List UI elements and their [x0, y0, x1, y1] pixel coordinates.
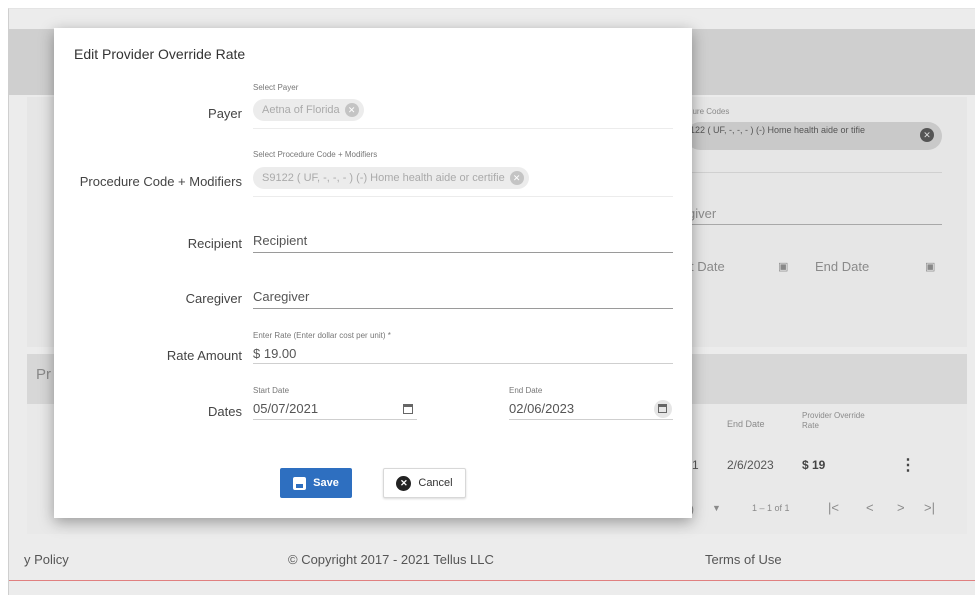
start-date-caption: Start Date — [253, 386, 290, 395]
procedure-label: Procedure Code + Modifiers — [79, 174, 242, 189]
close-circle-icon: ✕ — [396, 475, 412, 491]
bg-caregiver-input[interactable]: giver — [688, 206, 716, 221]
bg-row-end-date: 2/6/2023 — [727, 458, 774, 472]
procedure-caption: Select Procedure Code + Modifiers — [253, 150, 378, 159]
last-page-icon[interactable]: >| — [924, 500, 935, 515]
privacy-policy-link[interactable]: y Policy — [24, 552, 69, 567]
calendar-icon[interactable] — [654, 400, 672, 418]
first-page-icon[interactable]: |< — [828, 500, 839, 515]
bg-end-date-input[interactable]: End Date — [815, 259, 869, 274]
save-button-label: Save — [313, 477, 339, 489]
calendar-icon[interactable]: ▣ — [925, 260, 935, 273]
terms-of-use-link[interactable]: Terms of Use — [705, 552, 782, 567]
procedure-chip-label: S9122 ( UF, -, -, - ) (-) Home health ai… — [262, 172, 505, 184]
bg-row-cell: 1 — [692, 458, 699, 472]
end-date-underline — [509, 419, 673, 420]
bg-procedure-codes-caption: dure Codes — [688, 107, 730, 116]
edit-override-rate-dialog: Edit Provider Override Rate Payer Select… — [54, 28, 692, 518]
row-menu-icon[interactable]: ⋮ — [900, 455, 916, 475]
page-size-dropdown-icon[interactable]: ▼ — [712, 503, 721, 513]
start-date-underline — [253, 419, 417, 420]
payer-chip[interactable]: Aetna of Florida ✕ — [253, 99, 364, 121]
start-date-input[interactable]: 05/07/2021 — [253, 401, 318, 416]
bg-header-end-date: End Date — [727, 419, 765, 429]
prev-page-icon[interactable]: < — [866, 500, 874, 515]
payer-caption: Select Payer — [253, 83, 299, 92]
copyright-text: © Copyright 2017 - 2021 Tellus LLC — [288, 552, 494, 567]
procedure-underline — [253, 196, 673, 197]
recipient-underline — [253, 252, 673, 253]
bg-procedure-chip-text: 122 ( UF, -, -, - ) (-) Home health aide… — [690, 125, 866, 135]
bg-start-date-input[interactable]: t Date — [690, 259, 725, 274]
bg-section-title: Pr — [36, 366, 51, 383]
bg-header-override-rate: Provider Override Rate — [802, 411, 865, 430]
cancel-button-label: Cancel — [418, 477, 453, 489]
bg-chip-close-icon[interactable]: ✕ — [920, 128, 934, 142]
payer-underline — [253, 128, 673, 129]
next-page-icon[interactable]: > — [897, 500, 905, 515]
end-date-input[interactable]: 02/06/2023 — [509, 401, 574, 416]
end-date-caption: End Date — [509, 386, 543, 395]
bg-row-rate: $ 19 — [802, 458, 826, 472]
save-button[interactable]: Save — [280, 468, 352, 498]
caregiver-underline — [253, 308, 673, 309]
payer-chip-label: Aetna of Florida — [262, 104, 340, 116]
rate-underline — [253, 363, 673, 364]
dates-label: Dates — [208, 404, 242, 419]
caregiver-input[interactable]: Caregiver — [253, 289, 309, 304]
calendar-icon[interactable] — [403, 404, 413, 414]
dialog-title: Edit Provider Override Rate — [74, 46, 246, 62]
chip-remove-icon[interactable]: ✕ — [509, 171, 524, 185]
recipient-input[interactable]: Recipient — [253, 233, 307, 248]
rate-amount-label: Rate Amount — [166, 348, 242, 363]
caregiver-label: Caregiver — [185, 291, 242, 306]
calendar-icon[interactable]: ▣ — [778, 260, 788, 273]
procedure-chip[interactable]: S9122 ( UF, -, -, - ) (-) Home health ai… — [253, 167, 529, 189]
rate-caption: Enter Rate (Enter dollar cost per unit) … — [253, 331, 391, 340]
bg-caregiver-underline — [686, 224, 942, 225]
floppy-disk-icon — [293, 476, 307, 490]
bg-divider — [686, 172, 942, 173]
recipient-label: Recipient — [187, 236, 242, 251]
bg-pagination-range: 1 – 1 of 1 — [752, 503, 790, 513]
chip-remove-icon[interactable]: ✕ — [344, 103, 359, 117]
payer-label: Payer — [208, 106, 242, 121]
rate-amount-input[interactable]: $ 19.00 — [253, 346, 296, 361]
cancel-button[interactable]: ✕ Cancel — [383, 468, 466, 498]
